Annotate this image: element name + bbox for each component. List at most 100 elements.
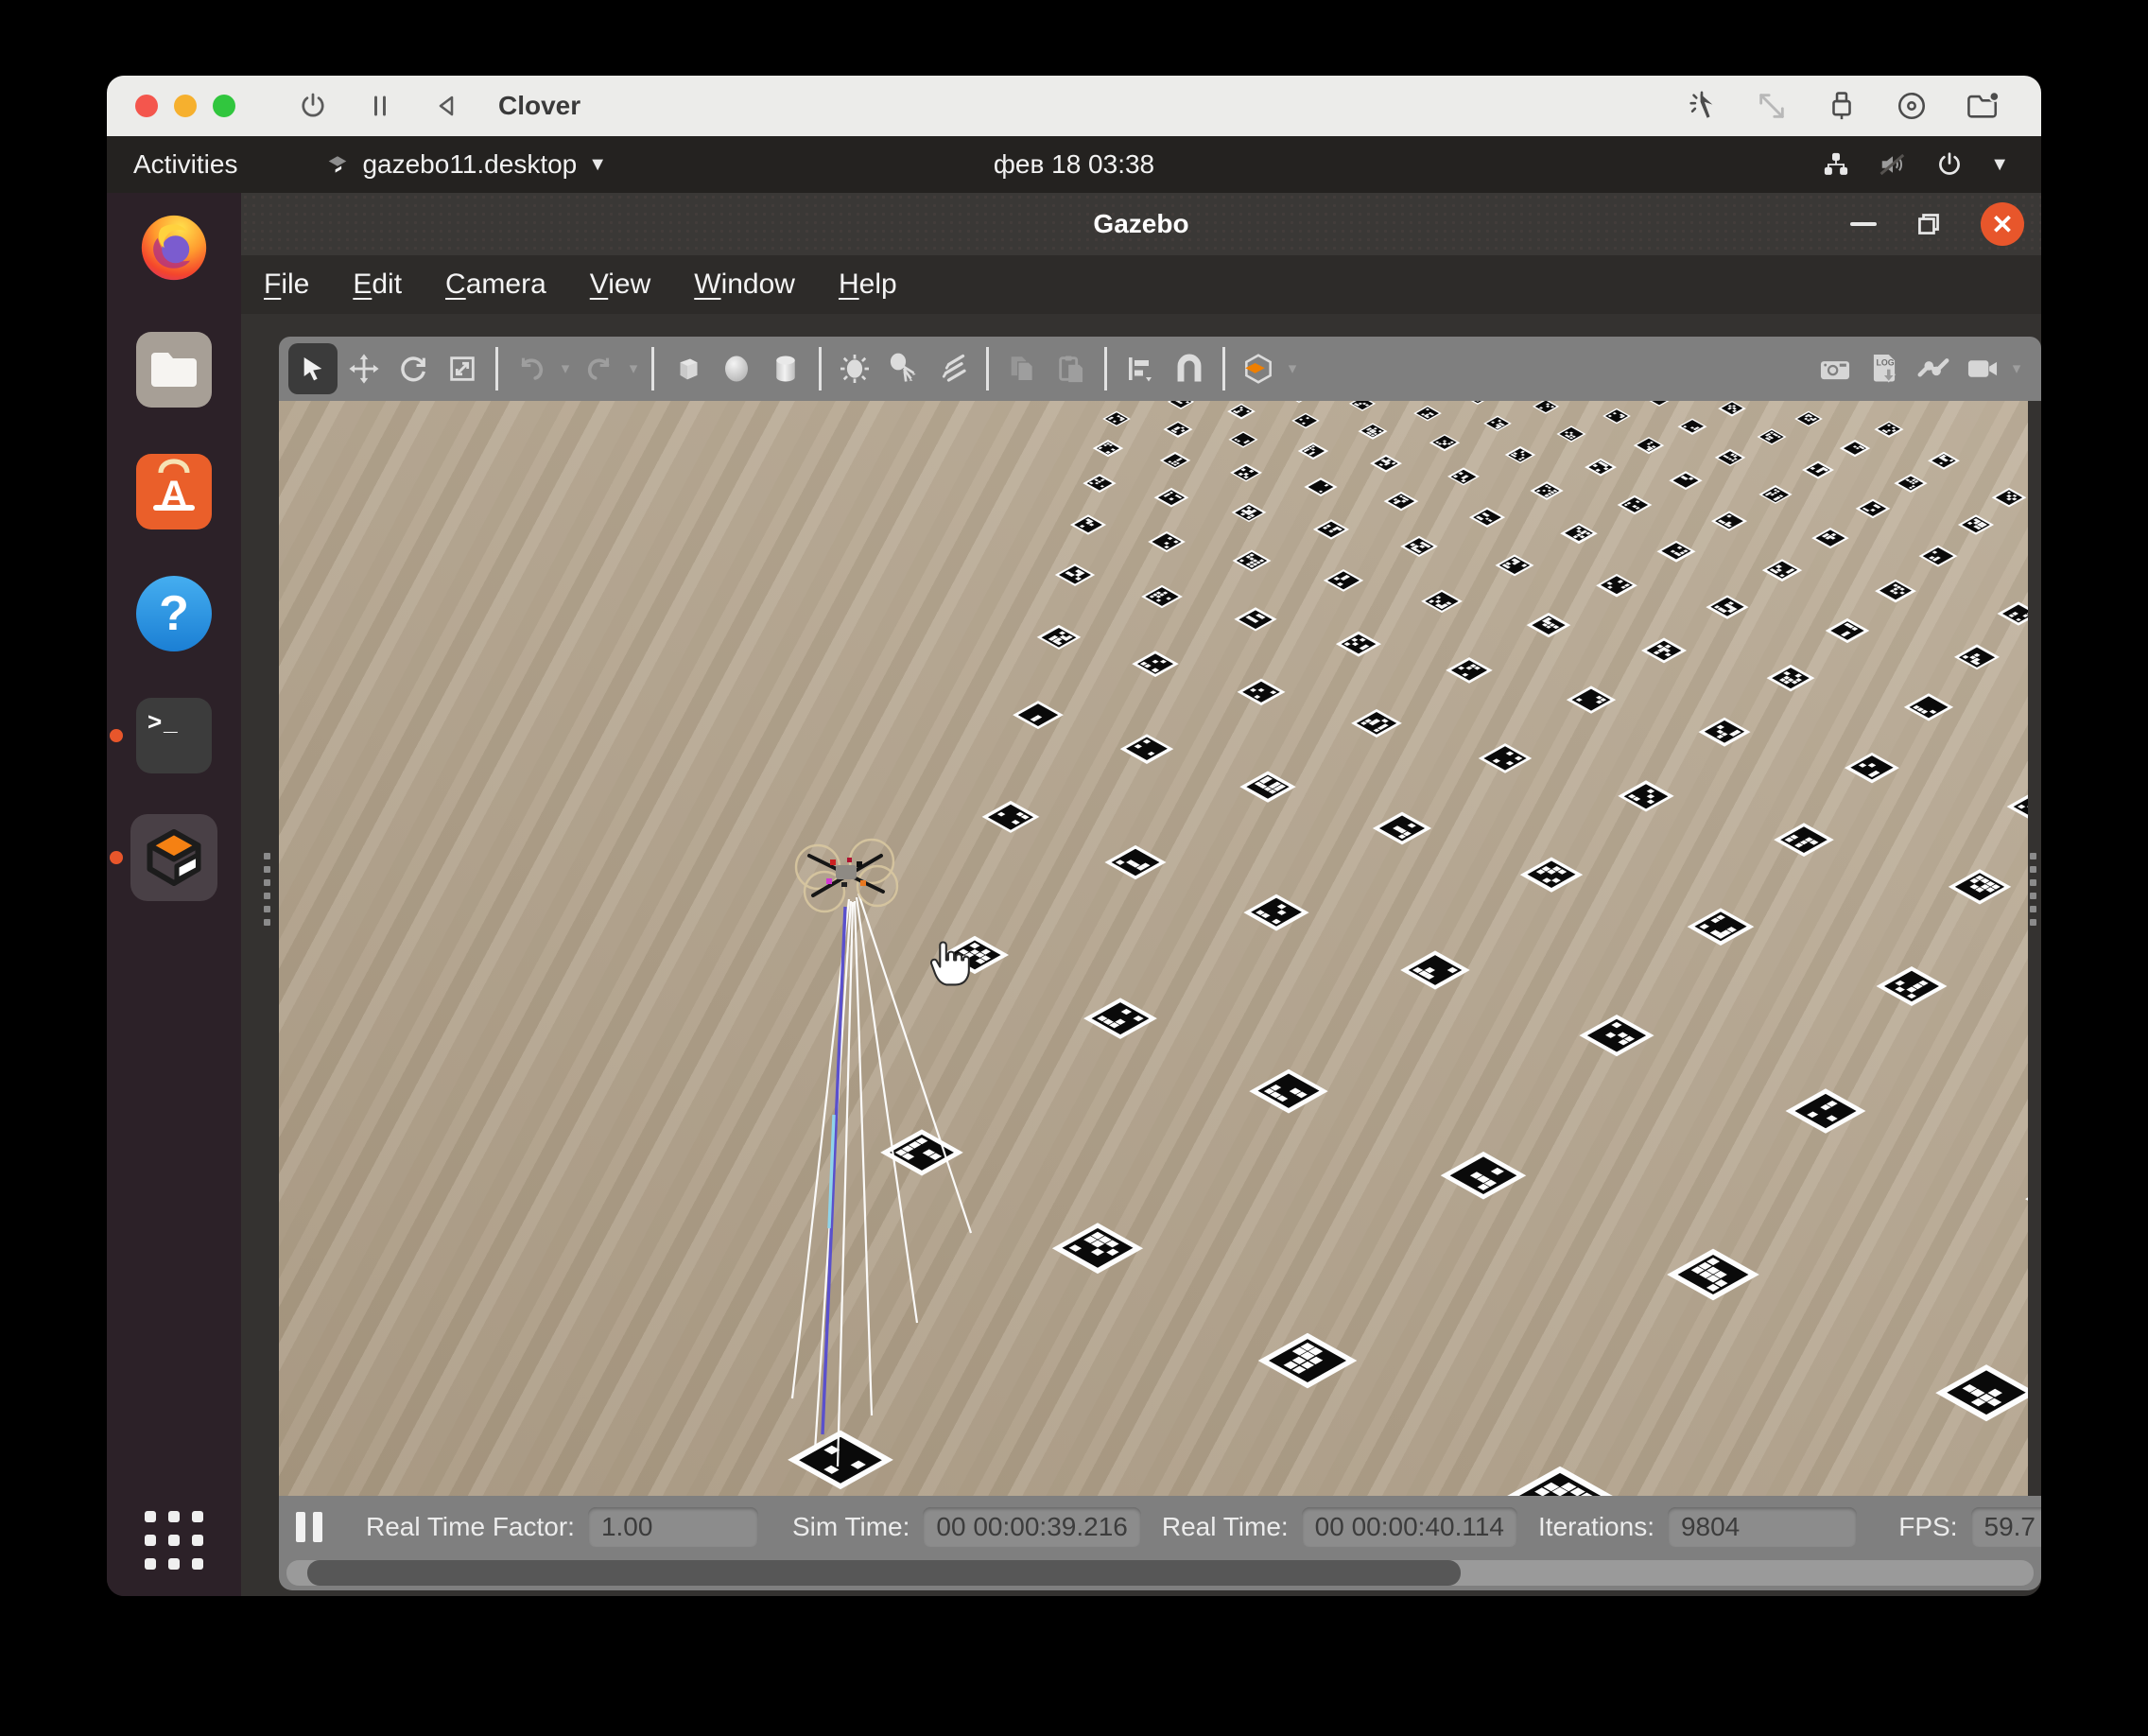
- aruco-marker[interactable]: [1070, 514, 1106, 534]
- aruco-marker[interactable]: [940, 936, 1008, 974]
- aruco-marker[interactable]: [1400, 951, 1470, 990]
- pointer-capture-icon[interactable]: [1686, 90, 1718, 122]
- aruco-marker[interactable]: [1532, 401, 1559, 414]
- aruco-marker[interactable]: [1949, 869, 2012, 904]
- menu-file[interactable]: File: [249, 263, 324, 306]
- aruco-marker[interactable]: [1159, 452, 1190, 470]
- dock-item-gazebo[interactable]: [130, 814, 217, 901]
- minimize-icon[interactable]: [1850, 222, 1877, 226]
- aruco-marker[interactable]: [1348, 401, 1376, 411]
- align-button[interactable]: [1116, 343, 1165, 394]
- disc-icon[interactable]: [1896, 90, 1928, 122]
- aruco-marker[interactable]: [1372, 811, 1430, 844]
- menu-window[interactable]: Window: [679, 263, 810, 306]
- aruco-marker[interactable]: [1998, 601, 2028, 625]
- clover-drone[interactable]: [775, 831, 1172, 1496]
- zoom-window-button[interactable]: [213, 95, 235, 117]
- aruco-marker[interactable]: [788, 1431, 893, 1490]
- insert-cylinder-button[interactable]: [761, 343, 810, 394]
- aruco-marker[interactable]: [1235, 607, 1278, 632]
- screenshot-button[interactable]: [1810, 343, 1860, 394]
- aruco-marker[interactable]: [1464, 401, 1491, 405]
- aruco-marker[interactable]: [1257, 1333, 1356, 1389]
- aruco-marker[interactable]: [1228, 403, 1256, 418]
- aruco-marker[interactable]: [1414, 406, 1442, 421]
- aruco-marker[interactable]: [1231, 503, 1266, 523]
- aruco-marker[interactable]: [1688, 908, 1754, 945]
- aruco-marker[interactable]: [1520, 857, 1583, 892]
- aruco-marker[interactable]: [1759, 484, 1793, 503]
- aruco-marker[interactable]: [1667, 1249, 1759, 1301]
- aruco-marker[interactable]: [1992, 488, 2026, 507]
- rtf-value[interactable]: 1.00: [588, 1507, 758, 1547]
- close-window-button[interactable]: [135, 95, 158, 117]
- aruco-marker[interactable]: [1233, 549, 1272, 571]
- aruco-marker[interactable]: [1530, 481, 1563, 500]
- aruco-marker[interactable]: [1154, 488, 1188, 507]
- aruco-marker[interactable]: [1013, 701, 1063, 729]
- aruco-marker[interactable]: [1560, 523, 1597, 544]
- aruco-marker[interactable]: [1580, 1015, 1654, 1056]
- aruco-marker[interactable]: [1840, 440, 1870, 457]
- menu-help[interactable]: Help: [823, 263, 912, 306]
- aruco-marker[interactable]: [1706, 596, 1749, 619]
- aruco-marker[interactable]: [1802, 461, 1834, 479]
- select-tool-button[interactable]: [288, 343, 338, 394]
- activities-button[interactable]: Activities: [107, 136, 264, 193]
- aruco-marker[interactable]: [1478, 743, 1532, 773]
- aruco-marker[interactable]: [1469, 507, 1505, 527]
- aruco-marker[interactable]: [1429, 434, 1460, 451]
- aruco-marker[interactable]: [1305, 477, 1338, 496]
- aruco-marker[interactable]: [1313, 519, 1350, 540]
- aruco-marker[interactable]: [1055, 564, 1095, 586]
- aruco-marker[interactable]: [1239, 771, 1295, 802]
- aruco-marker[interactable]: [1919, 545, 1958, 566]
- restore-icon[interactable]: [1914, 210, 1943, 238]
- plot-button[interactable]: [1909, 343, 1958, 394]
- aruco-marker[interactable]: [1229, 431, 1259, 448]
- aruco-marker[interactable]: [1785, 1088, 1865, 1133]
- aruco-marker[interactable]: [1757, 428, 1786, 444]
- aruco-marker[interactable]: [1774, 823, 1833, 856]
- system-tray[interactable]: ▼: [1822, 136, 2009, 193]
- minimize-window-button[interactable]: [174, 95, 197, 117]
- aruco-marker[interactable]: [1645, 401, 1672, 407]
- aruco-marker[interactable]: [1400, 536, 1438, 557]
- aruco-marker[interactable]: [1093, 440, 1123, 457]
- aruco-marker[interactable]: [1286, 401, 1312, 402]
- horizontal-scrollbar[interactable]: [286, 1560, 2034, 1586]
- redo-history-button[interactable]: ▾: [624, 359, 643, 378]
- aruco-marker[interactable]: [1105, 845, 1167, 879]
- aruco-marker[interactable]: [1336, 631, 1381, 656]
- aruco-marker[interactable]: [1323, 569, 1363, 592]
- aruco-marker[interactable]: [1677, 418, 1706, 434]
- aruco-marker[interactable]: [2006, 790, 2028, 823]
- aruco-marker[interactable]: [1556, 425, 1585, 442]
- directional-light-button[interactable]: [928, 343, 978, 394]
- aruco-marker[interactable]: [1767, 664, 1814, 690]
- dock-item-help[interactable]: ?: [130, 570, 217, 657]
- aruco-marker[interactable]: [1718, 401, 1745, 416]
- left-panel-splitter[interactable]: [264, 853, 271, 926]
- aruco-marker[interactable]: [1811, 528, 1848, 548]
- aruco-marker[interactable]: [1929, 452, 1960, 470]
- menu-view[interactable]: View: [575, 263, 666, 306]
- aruco-marker[interactable]: [1297, 443, 1327, 460]
- aruco-marker[interactable]: [2025, 1174, 2028, 1223]
- aruco-marker[interactable]: [1641, 637, 1687, 663]
- aruco-marker[interactable]: [1120, 735, 1173, 764]
- video-record-button[interactable]: [1958, 343, 2007, 394]
- show-applications-button[interactable]: [145, 1511, 203, 1570]
- aruco-marker[interactable]: [1877, 966, 1948, 1006]
- aruco-marker[interactable]: [1249, 1069, 1327, 1114]
- aruco-marker[interactable]: [1243, 894, 1308, 931]
- clock[interactable]: фев 18 03:38: [994, 136, 1154, 193]
- aruco-marker[interactable]: [1597, 574, 1637, 597]
- aruco-marker[interactable]: [1875, 421, 1904, 437]
- dock-item-terminal[interactable]: >_: [130, 692, 217, 779]
- aruco-marker[interactable]: [1483, 416, 1512, 432]
- rotate-tool-button[interactable]: [389, 343, 438, 394]
- close-icon[interactable]: ✕: [1981, 202, 2024, 246]
- log-record-button[interactable]: LOG: [1860, 343, 1909, 394]
- aruco-marker[interactable]: [1168, 401, 1195, 409]
